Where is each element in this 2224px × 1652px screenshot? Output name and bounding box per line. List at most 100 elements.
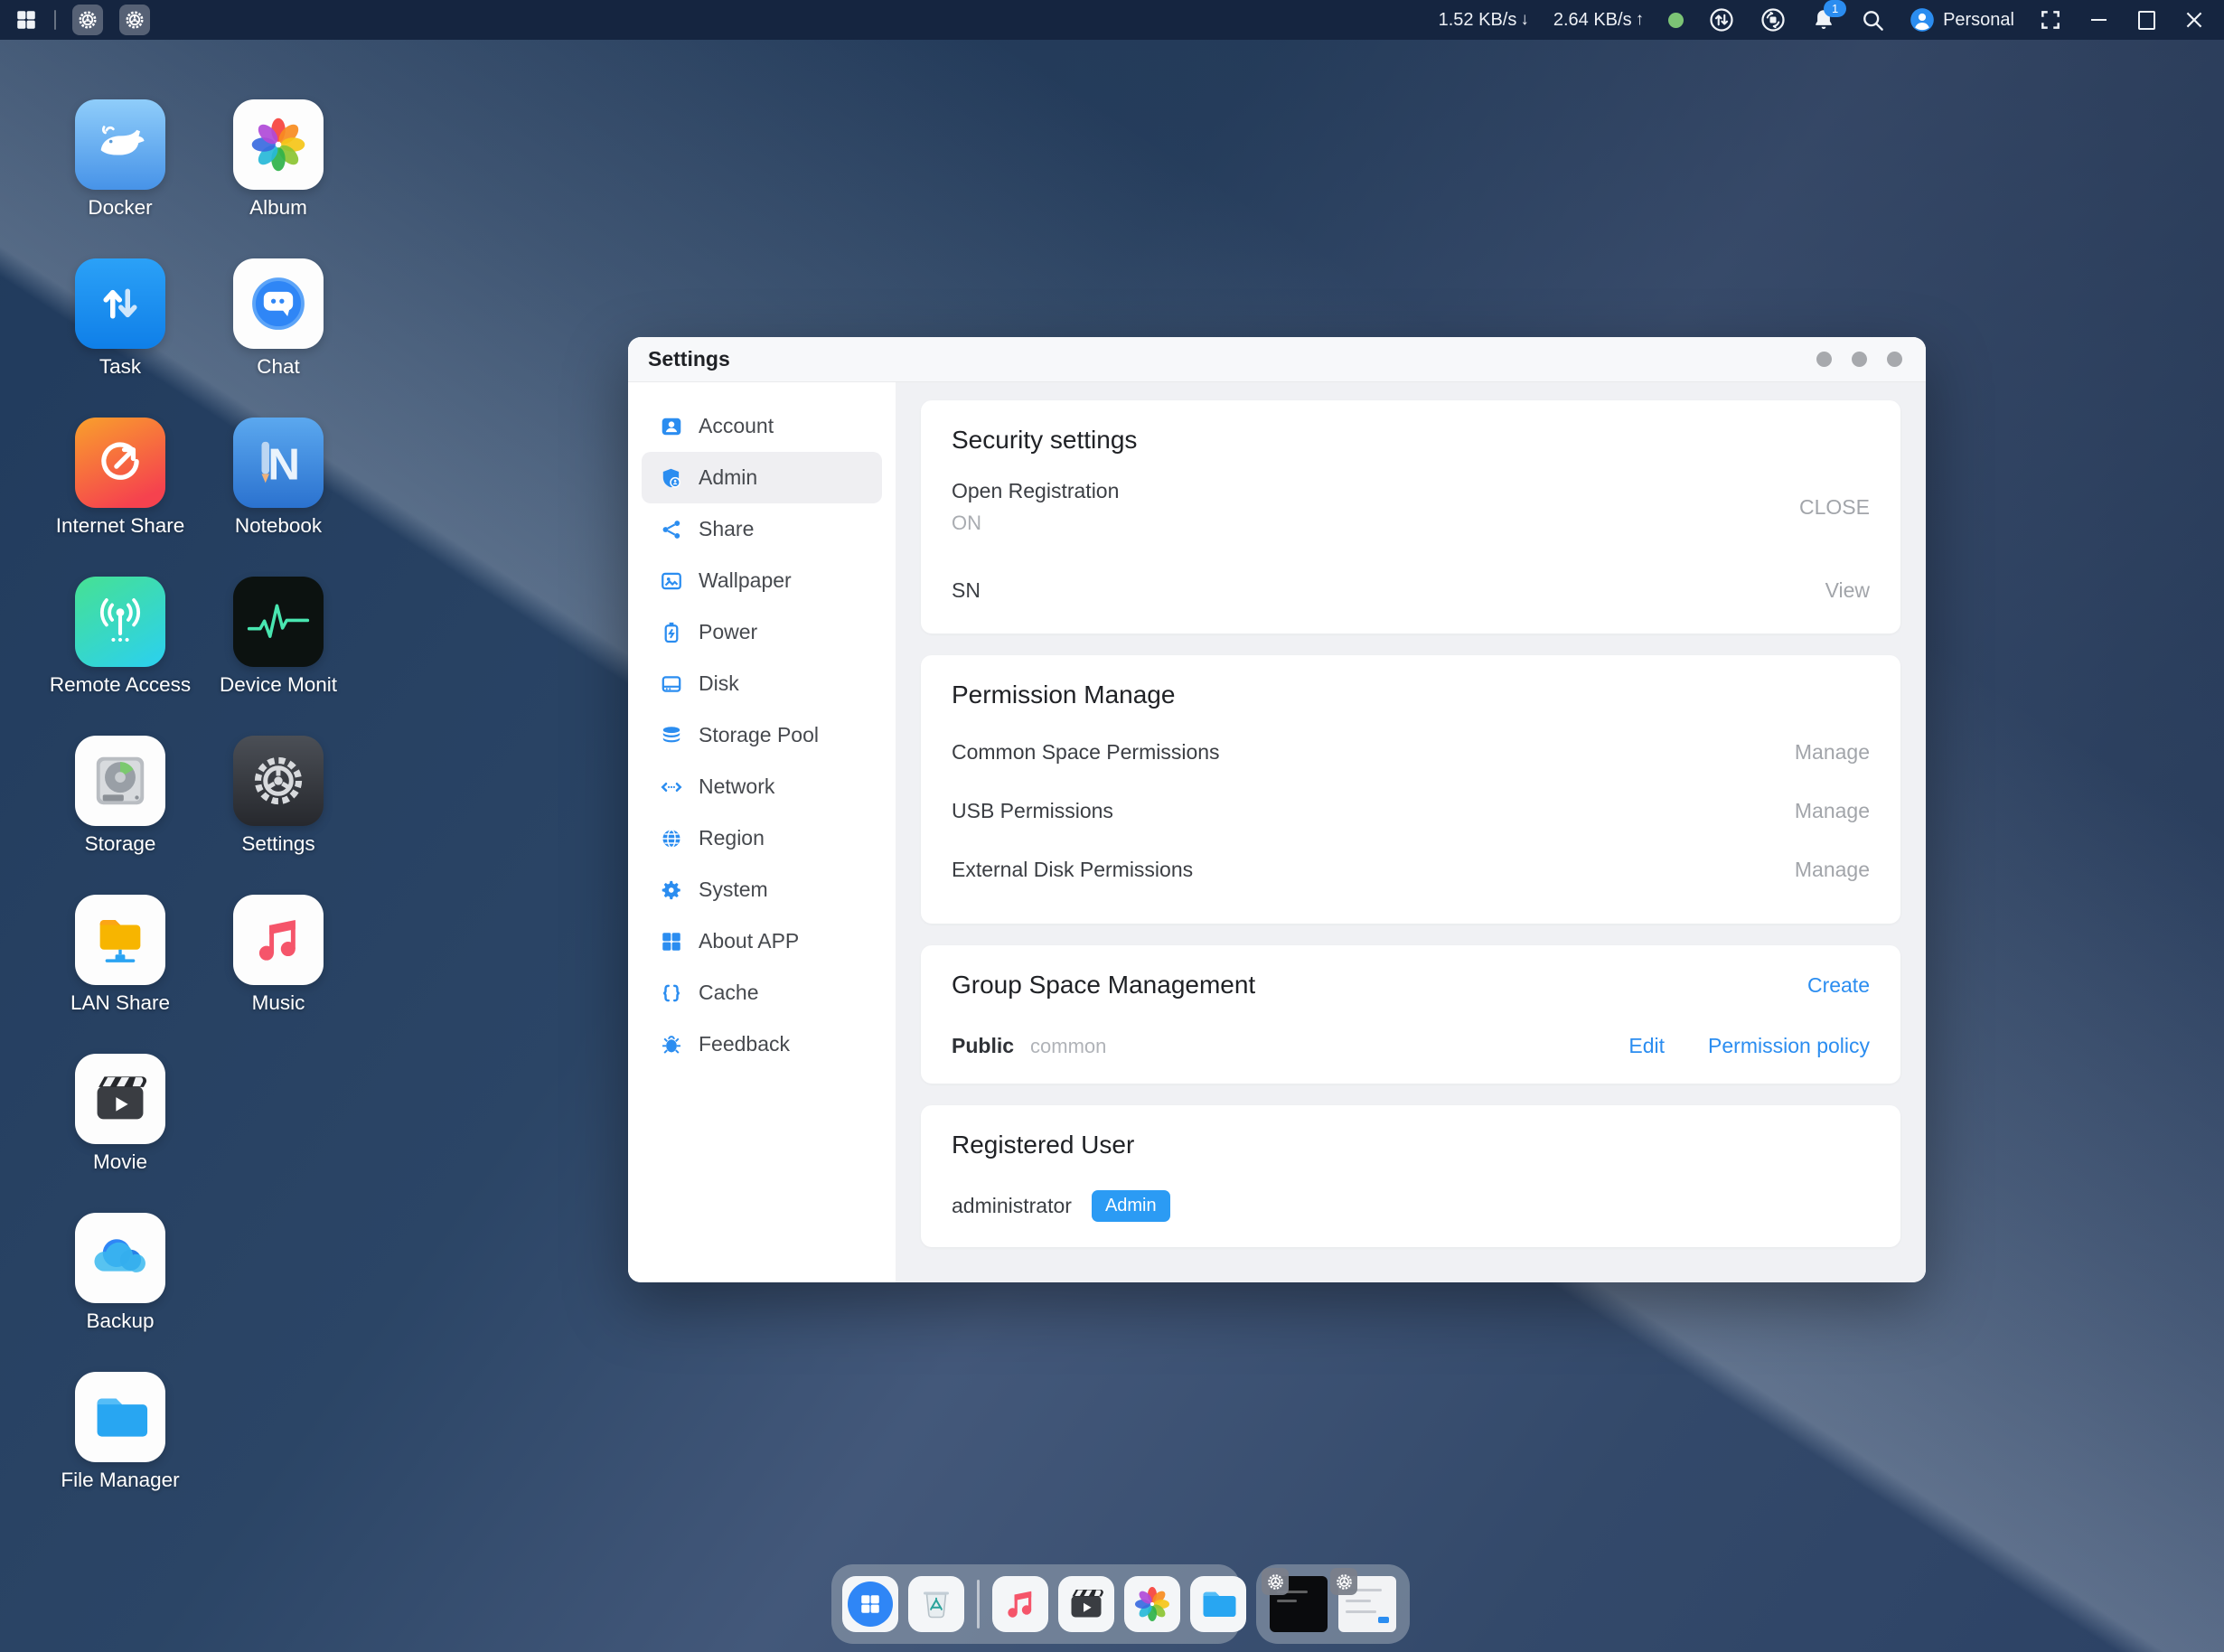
desktop-icon-task[interactable]: Task	[75, 258, 165, 349]
network-download-speed: 1.52 KB/s ↓	[1439, 10, 1529, 31]
desktop-icon-remote-access[interactable]: Remote Access	[75, 577, 165, 667]
permission-policy-action[interactable]: Permission policy	[1708, 1034, 1870, 1058]
app-launcher-icon[interactable]	[14, 8, 38, 32]
fullscreen-button[interactable]	[2039, 8, 2062, 32]
desktop-icon-notebook[interactable]: Notebook	[233, 418, 324, 508]
manage-action[interactable]: Manage	[1795, 740, 1870, 765]
desktop-icon-movie[interactable]: Movie	[75, 1054, 165, 1144]
avatar	[1910, 7, 1935, 33]
sidebar-item-share[interactable]: Share	[642, 503, 882, 555]
group-space-management-card: Group Space Management Create Public com…	[921, 945, 1900, 1084]
desktop-icon-label: Backup	[86, 1309, 154, 1333]
desktop-icon-lan-share[interactable]: LAN Share	[75, 895, 165, 985]
search-icon[interactable]	[1861, 8, 1885, 33]
manage-action[interactable]: Manage	[1795, 799, 1870, 823]
sidebar-item-storage-pool[interactable]: Storage Pool	[642, 709, 882, 761]
desktop-icon-label: Docker	[88, 196, 152, 220]
group-tag: common	[1030, 1035, 1106, 1058]
desktop-icon-device-monit[interactable]: Device Monit	[233, 577, 324, 667]
photos-pinwheel-icon	[1131, 1582, 1174, 1626]
sidebar-item-disk[interactable]: Disk	[642, 658, 882, 709]
music-icon	[233, 895, 324, 985]
window-control-minimize[interactable]	[1816, 352, 1832, 367]
desktop-icon-label: Notebook	[235, 514, 322, 538]
dock-movie-button[interactable]	[1058, 1576, 1114, 1632]
sidebar-item-about-app[interactable]: About APP	[642, 915, 882, 967]
download-arrow-icon: ↓	[1520, 10, 1529, 30]
minimize-icon	[2091, 19, 2107, 21]
window-preview-1[interactable]	[1270, 1576, 1328, 1632]
dock-divider	[977, 1580, 980, 1629]
desktop-icon-internet-share[interactable]: Internet Share	[75, 418, 165, 508]
desktop-icon-album[interactable]: Album	[233, 99, 324, 190]
open-registration-value: ON	[952, 512, 1119, 535]
dock-launcher-button[interactable]	[842, 1576, 898, 1632]
desktop-icon-label: Internet Share	[56, 514, 185, 538]
user-name: Personal	[1943, 10, 2014, 31]
desktop-icon-label: Remote Access	[50, 673, 191, 697]
desktop-icon-docker[interactable]: Docker	[75, 99, 165, 190]
clapperboard-icon	[1065, 1582, 1108, 1626]
storage-pool-icon	[660, 724, 683, 747]
create-group-action[interactable]: Create	[1807, 973, 1870, 998]
desktop-icon-chat[interactable]: Chat	[233, 258, 324, 349]
sidebar-item-power[interactable]: Power	[642, 606, 882, 658]
user-menu[interactable]: Personal	[1910, 7, 2014, 33]
settings-icon	[233, 736, 324, 826]
desktop-icon-backup[interactable]: Backup	[75, 1213, 165, 1303]
desktop-icon-label: Movie	[93, 1150, 147, 1174]
dock-album-button[interactable]	[1124, 1576, 1180, 1632]
sidebar-item-account[interactable]: Account	[642, 400, 882, 452]
system-status-dot[interactable]	[1668, 13, 1684, 28]
taskbar-divider	[54, 10, 56, 30]
dock	[831, 1564, 1240, 1644]
close-button[interactable]	[2182, 8, 2206, 32]
sn-view-action[interactable]: View	[1825, 578, 1870, 603]
window-preview-2[interactable]	[1338, 1576, 1396, 1632]
wallpaper-icon	[660, 569, 683, 593]
minimize-button[interactable]	[2087, 8, 2110, 32]
dock-music-button[interactable]	[992, 1576, 1048, 1632]
edit-group-action[interactable]: Edit	[1628, 1034, 1665, 1058]
desktop-icon-file-manager[interactable]: File Manager	[75, 1372, 165, 1462]
sn-row: SN View	[952, 572, 1870, 608]
sidebar-item-network[interactable]: Network	[642, 761, 882, 812]
notifications-button[interactable]: 1	[1811, 7, 1836, 33]
remote-access-icon	[75, 577, 165, 667]
storage-icon	[75, 736, 165, 826]
manage-action[interactable]: Manage	[1795, 858, 1870, 882]
task-icon	[75, 258, 165, 349]
window-titlebar[interactable]: Settings	[628, 337, 1926, 382]
power-battery-icon	[660, 621, 683, 644]
sidebar-item-feedback[interactable]: Feedback	[642, 1018, 882, 1070]
sidebar-item-region[interactable]: Region	[642, 812, 882, 864]
sync-backup-icon[interactable]	[1759, 6, 1787, 33]
desktop-icon-label: Album	[249, 196, 307, 220]
registered-user-card: Registered User administrator Admin	[921, 1105, 1900, 1247]
card-title: Registered User	[952, 1131, 1870, 1159]
maximize-button[interactable]	[2135, 8, 2158, 32]
desktop-icon-label: File Manager	[61, 1469, 179, 1492]
dock-trash-button[interactable]	[908, 1576, 964, 1632]
desktop-icon-label: Task	[99, 355, 141, 379]
desktop-icon-settings[interactable]: Settings	[233, 736, 324, 826]
transfer-icon[interactable]	[1708, 6, 1735, 33]
sidebar-item-wallpaper[interactable]: Wallpaper	[642, 555, 882, 606]
running-app-settings-2[interactable]	[119, 5, 150, 35]
preview-accent-chip	[1378, 1617, 1389, 1623]
disk-icon	[660, 672, 683, 696]
window-control-close[interactable]	[1887, 352, 1902, 367]
card-title: Security settings	[952, 426, 1870, 455]
desktop-icon-music[interactable]: Music	[233, 895, 324, 985]
dock-file-manager-button[interactable]	[1190, 1576, 1246, 1632]
running-app-settings-1[interactable]	[72, 5, 103, 35]
device-monitor-icon	[233, 577, 324, 667]
sidebar-item-admin[interactable]: Admin	[642, 452, 882, 503]
sidebar-item-cache[interactable]: Cache	[642, 967, 882, 1018]
desktop-icon-storage[interactable]: Storage	[75, 736, 165, 826]
window-control-maximize[interactable]	[1852, 352, 1867, 367]
maximize-icon	[2138, 11, 2155, 30]
close-registration-action[interactable]: CLOSE	[1799, 495, 1870, 520]
registered-user-row: administrator Admin	[952, 1190, 1870, 1222]
sidebar-item-system[interactable]: System	[642, 864, 882, 915]
